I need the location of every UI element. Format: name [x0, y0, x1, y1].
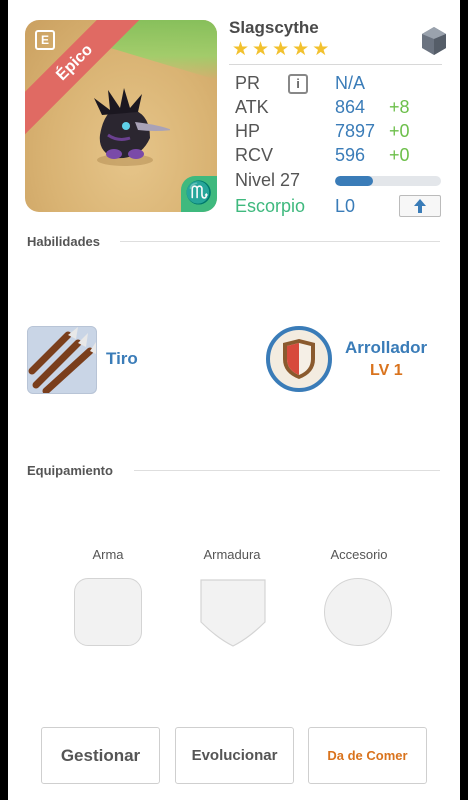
- armor-slot-label: Armadura: [203, 547, 261, 562]
- accessory-slot-label: Accesorio: [330, 547, 388, 562]
- scorpio-zodiac-icon: ♏: [181, 176, 217, 212]
- evolve-button[interactable]: Evolucionar: [175, 727, 294, 784]
- atk-bonus: +8: [389, 97, 410, 117]
- equipment-divider: [134, 470, 440, 471]
- armor-slot[interactable]: [199, 578, 267, 647]
- star-rating: ★ ★ ★ ★ ★: [232, 40, 329, 60]
- monster-name: Slagscythe: [229, 18, 319, 37]
- gray-gem-icon: [418, 25, 450, 57]
- passive-skill-level: LV 1: [370, 362, 403, 379]
- xp-progress-fill: [335, 176, 374, 186]
- accessory-slot[interactable]: [324, 578, 392, 646]
- monster-detail-screen: Épico E ♏ Slagscythe ★ ★ ★ ★ ★ PR i N/A …: [8, 0, 460, 800]
- monster-portrait[interactable]: Épico E ♏: [25, 20, 217, 212]
- rcv-bonus: +0: [389, 145, 410, 165]
- star-icon: ★: [292, 39, 310, 60]
- star-icon: ★: [272, 39, 290, 60]
- skills-divider: [120, 241, 440, 242]
- skills-section-title: Habilidades: [27, 234, 100, 249]
- manage-button[interactable]: Gestionar: [41, 727, 160, 784]
- zodiac-name: Escorpio: [235, 196, 306, 216]
- passive-skill-name[interactable]: Arrollador: [345, 338, 427, 358]
- weapon-slot-label: Arma: [92, 547, 124, 562]
- active-skill-name[interactable]: Tiro: [106, 349, 138, 369]
- header-divider: [229, 64, 442, 65]
- weapon-slot[interactable]: [74, 578, 142, 646]
- hp-bonus: +0: [389, 121, 410, 141]
- arrow-up-icon: [414, 199, 426, 213]
- pr-value: N/A: [335, 73, 366, 93]
- info-icon[interactable]: i: [288, 74, 308, 94]
- hp-label: HP: [235, 121, 261, 141]
- xp-progress-bar: [335, 176, 441, 186]
- star-icon: ★: [232, 39, 250, 60]
- limit-break-button[interactable]: [399, 195, 441, 217]
- atk-value: 864: [335, 97, 366, 117]
- limit-break-value: L0: [335, 196, 356, 216]
- document-icon: E: [35, 30, 55, 50]
- monster-sprite: [80, 80, 172, 175]
- rcv-value: 596: [335, 145, 366, 165]
- pr-label: PR: [235, 73, 261, 93]
- equipment-section-title: Equipamiento: [27, 463, 113, 478]
- star-icon: ★: [312, 39, 330, 60]
- rcv-label: RCV: [235, 145, 274, 165]
- atk-label: ATK: [235, 97, 269, 117]
- level-label: Nivel 27: [235, 170, 301, 190]
- arrows-icon[interactable]: [27, 326, 97, 394]
- feed-button[interactable]: Da de Comer: [308, 727, 427, 784]
- star-icon: ★: [252, 39, 270, 60]
- shield-crest-icon[interactable]: [266, 326, 332, 392]
- hp-value: 7897: [335, 121, 376, 141]
